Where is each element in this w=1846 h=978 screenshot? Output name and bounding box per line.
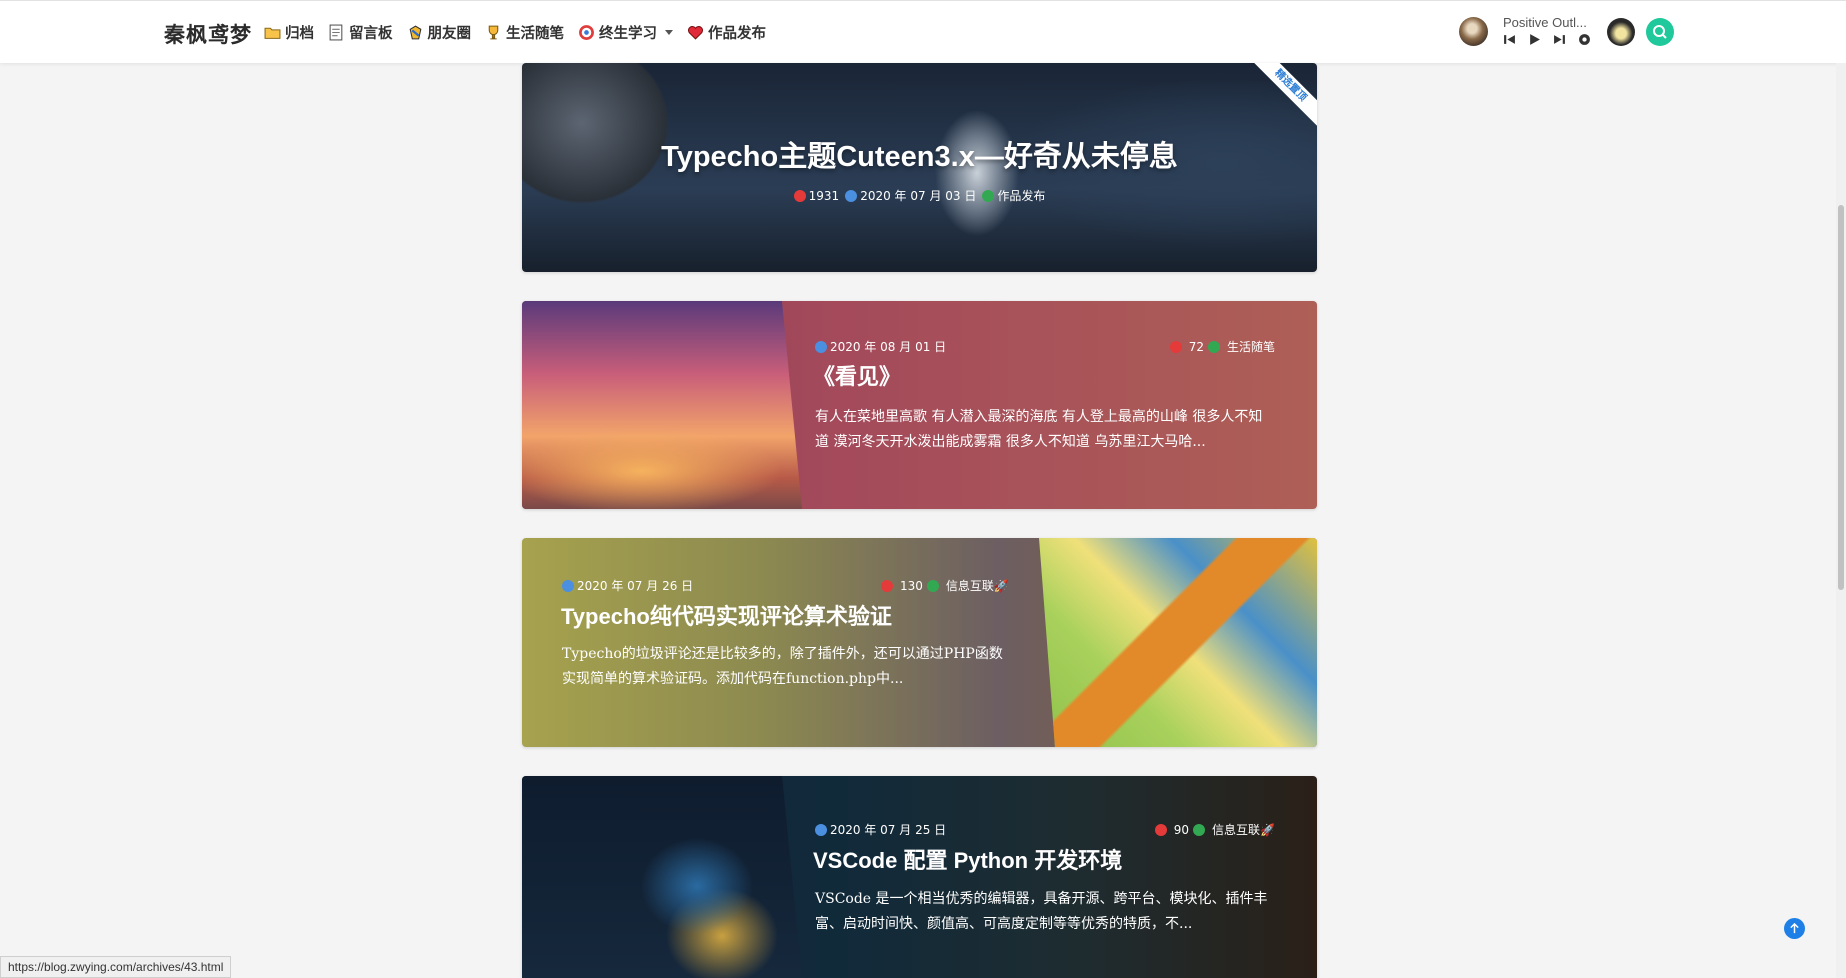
- calendar-icon: [845, 190, 858, 202]
- post-title[interactable]: Typecho纯代码实现评论算术验证: [561, 599, 892, 631]
- post-category[interactable]: 信息互联🚀: [946, 577, 1009, 594]
- views-count: 72: [1188, 339, 1204, 354]
- featured-post-card[interactable]: 精选置顶 Typecho主题Cuteen3.x—好奇从未停息 1931 2020…: [522, 63, 1317, 272]
- nav-label: 作品发布: [708, 25, 766, 42]
- post-category[interactable]: 生活随笔: [1227, 338, 1275, 355]
- post-meta: 1931 2020 年 07 月 03 日 作品发布: [522, 187, 1317, 204]
- nav-item-learning[interactable]: 终生学习: [578, 22, 673, 43]
- previous-icon[interactable]: [1503, 33, 1516, 46]
- nav-item-guestbook[interactable]: 留言板: [328, 22, 393, 43]
- fire-icon: [881, 579, 893, 592]
- settings-icon[interactable]: [1578, 33, 1591, 46]
- nav-label: 朋友圈: [427, 25, 472, 42]
- heart-icon: [688, 26, 703, 40]
- tag-icon: [926, 579, 939, 592]
- memo-icon: [329, 24, 343, 41]
- user-avatar[interactable]: [1607, 18, 1635, 46]
- trophy-icon: [488, 25, 499, 40]
- fire-icon: [1154, 823, 1167, 836]
- post-stats: 72 生活随笔: [1169, 338, 1275, 355]
- nav-item-friends[interactable]: 朋友圈: [407, 22, 472, 43]
- nav-item-works[interactable]: 作品发布: [687, 22, 766, 43]
- pinned-badge: 精选置顶: [1244, 63, 1317, 132]
- nav-label: 留言板: [349, 25, 393, 42]
- chevron-down-icon: [665, 30, 673, 35]
- post-stats: 90 信息互联🚀: [1154, 821, 1275, 838]
- search-icon: [1653, 25, 1667, 39]
- post-excerpt: 有人在菜地里高歌 有人潜入最深的海底 有人登上最高的山峰 很多人不知道 漠河冬天…: [815, 409, 1263, 450]
- scrollbar-thumb[interactable]: [1838, 205, 1844, 590]
- post-title[interactable]: 《看见》: [813, 359, 901, 391]
- clock-icon: [815, 340, 827, 353]
- post-card[interactable]: 2020 年 07 月 25 日 90 信息互联🚀 VSCode 配置 Pyth…: [522, 776, 1317, 978]
- post-card[interactable]: 2020 年 07 月 26 日 130 信息互联🚀 Typecho纯代码实现评…: [522, 538, 1317, 747]
- post-date: 2020 年 07 月 03 日: [845, 187, 976, 204]
- player-controls: [1503, 33, 1591, 46]
- post-thumbnail[interactable]: [522, 301, 802, 509]
- post-title[interactable]: Typecho主题Cuteen3.x—好奇从未停息: [522, 133, 1317, 175]
- search-button[interactable]: [1646, 18, 1674, 46]
- post-stats: 130 信息互联🚀: [881, 577, 1009, 594]
- tag-icon: [982, 190, 995, 202]
- post-date: 2020 年 07 月 25 日: [815, 821, 946, 838]
- tag-icon: [1193, 823, 1206, 836]
- play-icon[interactable]: [1528, 33, 1541, 46]
- post-date: 2020 年 08 月 01 日: [815, 338, 946, 355]
- nav-label: 生活随笔: [506, 25, 564, 42]
- post-category[interactable]: 作品发布: [982, 187, 1045, 204]
- arrow-up-icon: [1790, 923, 1799, 934]
- fire-icon: [793, 189, 806, 202]
- target-icon: [579, 25, 594, 40]
- clock-icon: [815, 823, 827, 836]
- track-title: Positive Outl...: [1503, 15, 1587, 30]
- post-excerpt: VSCode 是一个相当优秀的编辑器，具备开源、跨平台、模块化、插件丰富、启动时…: [815, 891, 1268, 932]
- nav-label: 终生学习: [599, 25, 657, 42]
- top-navbar: 秦枫鸢梦 归档 留言板 朋友圈 生活随笔 终生学习 作品发布 Positive …: [0, 0, 1846, 63]
- views-count: 1931: [793, 189, 839, 203]
- nav-label: 归档: [285, 25, 314, 42]
- post-title[interactable]: VSCode 配置 Python 开发环境: [813, 843, 1122, 875]
- folder-icon: [264, 27, 281, 39]
- nav-item-archive[interactable]: 归档: [264, 22, 314, 43]
- tag-icon: [1207, 340, 1220, 353]
- post-category[interactable]: 信息互联🚀: [1212, 821, 1275, 838]
- views-count: 90: [1173, 822, 1190, 837]
- back-to-top-button[interactable]: [1784, 918, 1805, 939]
- album-cover[interactable]: [1459, 17, 1488, 46]
- post-date: 2020 年 07 月 26 日: [562, 577, 693, 594]
- post-excerpt: Typecho的垃圾评论还是比较多的，除了插件外，还可以通过PHP函数实现简单的…: [562, 646, 1003, 687]
- next-icon[interactable]: [1553, 33, 1566, 46]
- views-count: 130: [900, 578, 923, 593]
- post-thumbnail[interactable]: [1039, 538, 1317, 747]
- post-thumbnail[interactable]: [522, 776, 802, 978]
- clock-icon: [562, 579, 574, 592]
- site-brand[interactable]: 秦枫鸢梦: [164, 19, 252, 49]
- nav-item-life[interactable]: 生活随笔: [485, 22, 564, 43]
- fire-icon: [1169, 340, 1182, 353]
- post-card[interactable]: 2020 年 08 月 01 日 72 生活随笔 《看见》 有人在菜地里高歌 有…: [522, 301, 1317, 509]
- friends-icon: [409, 25, 421, 40]
- main-nav: 归档 留言板 朋友圈 生活随笔 终生学习 作品发布: [264, 22, 766, 43]
- link-status-bar: https://blog.zwying.com/archives/43.html: [0, 956, 232, 978]
